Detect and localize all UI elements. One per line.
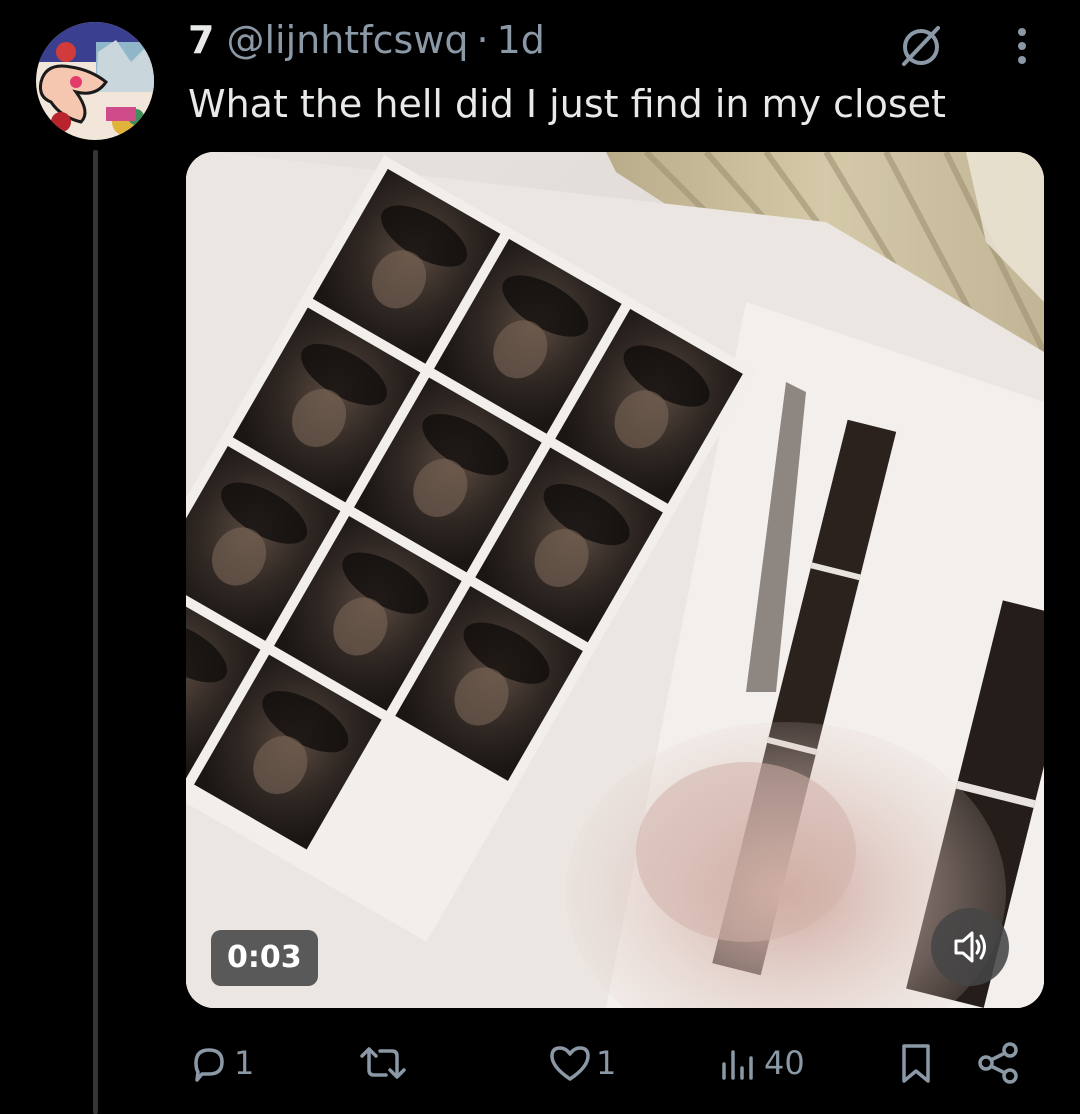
reply-icon <box>194 1048 224 1082</box>
grok-icon[interactable] <box>896 20 946 70</box>
video-duration: 0:03 <box>211 930 318 986</box>
views-button[interactable]: 40 <box>718 1038 805 1088</box>
views-count: 40 <box>764 1044 805 1082</box>
like-button[interactable]: 1 <box>548 1038 616 1088</box>
share-icon <box>978 1042 1018 1084</box>
bookmark-icon <box>902 1044 930 1083</box>
more-vertical-icon[interactable] <box>1002 24 1042 68</box>
share-button[interactable] <box>974 1038 1022 1088</box>
reply-button[interactable]: 1 <box>188 1038 254 1088</box>
heart-icon <box>550 1046 590 1081</box>
cartoon-hand-avatar <box>36 22 154 140</box>
user-handle[interactable]: @lijnhtfcswq <box>226 18 468 62</box>
reply-count: 1 <box>234 1044 255 1082</box>
retweet-icon <box>360 1047 406 1079</box>
display-name[interactable]: 7 <box>188 18 214 62</box>
tweet-text: What the hell did I just find in my clos… <box>188 82 946 126</box>
bookmark-button[interactable] <box>896 1038 936 1088</box>
video-player[interactable]: 0:03 <box>186 152 1044 1008</box>
timestamp[interactable]: 1d <box>497 18 545 62</box>
views-chart-icon <box>722 1050 753 1080</box>
avatar[interactable] <box>36 22 154 140</box>
tweet-header: 7 @lijnhtfcswq · 1d <box>188 18 545 68</box>
separator-dot: · <box>476 18 489 62</box>
retweet-button[interactable] <box>356 1038 414 1088</box>
video-frame <box>186 152 1044 1008</box>
volume-button[interactable] <box>931 908 1009 986</box>
like-count: 1 <box>596 1044 617 1082</box>
speaker-icon <box>954 931 986 963</box>
thread-line <box>93 150 98 1114</box>
